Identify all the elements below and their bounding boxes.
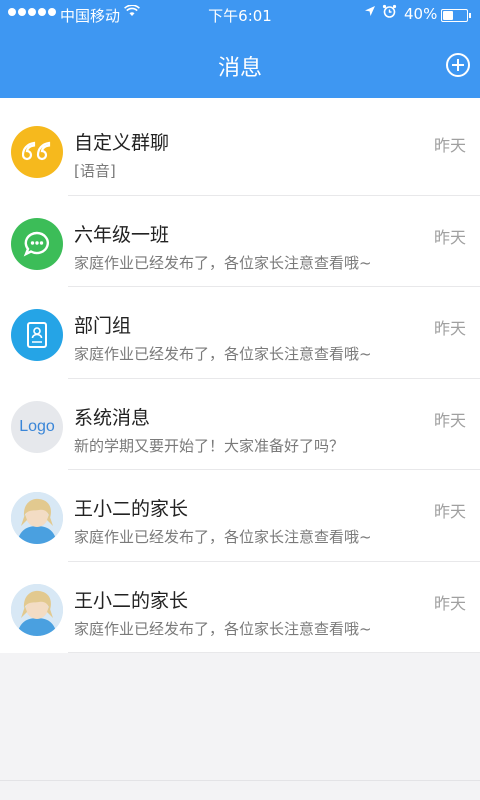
quote-icon — [11, 126, 63, 178]
conversation-list: 自定义群聊 [语音] 昨天 六年级一班 家庭作业已经发布了，各位家长注意查看哦~… — [0, 98, 480, 653]
conversation-preview: 家庭作业已经发布了，各位家长注意查看哦~ — [74, 345, 372, 363]
conversation-item[interactable]: 自定义群聊 [语音] 昨天 — [0, 104, 480, 196]
conversation-time: 昨天 — [433, 227, 466, 247]
conversation-name: 部门组 — [74, 315, 132, 337]
conversation-preview: 家庭作业已经发布了，各位家长注意查看哦~ — [74, 253, 372, 272]
user-avatar — [11, 583, 63, 636]
page-title: 消息 — [217, 56, 262, 81]
bottom-divider — [0, 780, 480, 781]
conversation-name: 六年级一班 — [74, 223, 170, 246]
conversation-name: 系统消息 — [74, 406, 151, 429]
conversation-preview: [语音] — [74, 162, 116, 180]
conversation-time: 昨天 — [433, 593, 466, 613]
conversation-item[interactable]: Logo 系统消息 新的学期又要开始了！大家准备好了吗？ 昨天 — [0, 379, 480, 470]
conversation-time: 昨天 — [433, 319, 466, 338]
battery-nub — [469, 13, 471, 18]
logo-text: Logo — [19, 417, 55, 435]
conversation-item[interactable]: 王小二的家长 家庭作业已经发布了，各位家长注意查看哦~ 昨天 — [0, 470, 480, 562]
user-avatar — [11, 492, 63, 544]
divider — [68, 652, 480, 653]
conversation-time: 昨天 — [433, 410, 466, 430]
battery-icon — [441, 9, 468, 22]
conversation-item[interactable]: 部门组 家庭作业已经发布了，各位家长注意查看哦~ 昨天 — [0, 287, 480, 379]
conversation-preview: 家庭作业已经发布了，各位家长注意查看哦~ — [74, 528, 372, 546]
conversation-item[interactable]: 六年级一班 家庭作业已经发布了，各位家长注意查看哦~ 昨天 — [0, 196, 480, 287]
conversation-name: 王小二的家长 — [74, 589, 189, 612]
conversation-preview: 新的学期又要开始了！大家准备好了吗？ — [74, 436, 345, 455]
add-icon[interactable] — [446, 53, 470, 77]
conversation-time: 昨天 — [433, 502, 466, 521]
conversation-name: 王小二的家长 — [74, 498, 189, 520]
conversation-time: 昨天 — [433, 136, 466, 155]
battery-percent: 40% — [404, 5, 438, 23]
conversation-name: 自定义群聊 — [74, 132, 170, 154]
system-logo: Logo — [11, 400, 63, 453]
status-bar: 中国移动 下午6:01 40% — [0, 0, 480, 30]
nav-bar: 中国移动 下午6:01 40% 消息 — [0, 0, 480, 98]
conversation-preview: 家庭作业已经发布了，各位家长注意查看哦~ — [74, 619, 372, 638]
conversation-item[interactable]: 王小二的家长 家庭作业已经发布了，各位家长注意查看哦~ 昨天 — [0, 562, 480, 653]
id-card-icon — [11, 309, 63, 361]
chat-bubble-icon — [11, 217, 63, 270]
alarm-icon — [382, 4, 397, 23]
location-icon — [364, 5, 376, 21]
